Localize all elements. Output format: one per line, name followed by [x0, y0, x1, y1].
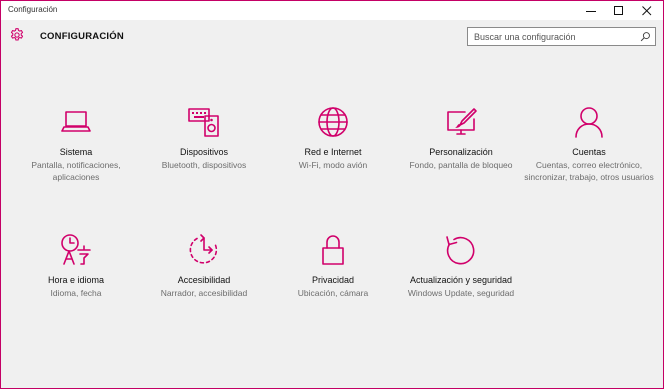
maximize-icon	[614, 5, 623, 15]
close-button[interactable]	[634, 1, 660, 20]
tile-red-internet[interactable]: Red e Internet Wi-Fi, modo avión	[268, 104, 398, 171]
gear-icon	[10, 28, 24, 41]
tile-label: Personalización	[429, 147, 493, 157]
page-title: CONFIGURACIÓN	[40, 31, 124, 42]
tile-label: Hora e idioma	[47, 275, 105, 285]
tile-privacidad[interactable]: Privacidad Ubicación, cámara	[268, 232, 398, 299]
tile-description: Cuentas, correo electrónico, sincronizar…	[524, 159, 654, 183]
devices-icon	[188, 108, 219, 137]
tile-hora-idioma[interactable]: Hora e idioma Idioma, fecha	[11, 232, 141, 299]
title-bar[interactable]: Configuración	[1, 1, 663, 20]
tile-description: Bluetooth, dispositivos	[161, 159, 247, 170]
window-title: Configuración	[8, 5, 58, 14]
tile-label: Red e Internet	[304, 147, 362, 157]
tile-description: Pantalla, notificaciones, aplicaciones	[31, 159, 121, 183]
laptop-icon	[61, 111, 91, 132]
globe-icon	[318, 107, 348, 137]
settings-window: Configuración CONFIGURACIÓN Buscar una c…	[0, 0, 664, 389]
tile-accesibilidad[interactable]: Accesibilidad Narrador, accesibilidad	[139, 232, 269, 299]
tile-description: Ubicación, cámara	[297, 287, 369, 298]
ease-of-access-icon	[189, 234, 218, 264]
minimize-button[interactable]	[578, 1, 604, 20]
tile-dispositivos[interactable]: Dispositivos Bluetooth, dispositivos	[139, 104, 269, 171]
person-icon	[575, 107, 603, 138]
minimize-icon	[586, 10, 596, 12]
tile-sistema[interactable]: Sistema Pantalla, notificaciones, aplica…	[11, 104, 141, 184]
tile-description: Narrador, accesibilidad	[160, 287, 248, 298]
update-icon	[446, 236, 475, 265]
search-input[interactable]	[468, 28, 636, 45]
search-box[interactable]	[467, 27, 656, 46]
tile-label: Privacidad	[311, 275, 355, 285]
tile-description: Fondo, pantalla de bloqueo	[409, 159, 513, 170]
search-icon[interactable]	[640, 31, 651, 42]
tile-label: Accesibilidad	[177, 275, 231, 285]
tile-description: Idioma, fecha	[50, 287, 102, 298]
maximize-button[interactable]	[606, 1, 632, 20]
tile-label: Sistema	[59, 147, 93, 157]
app-header: CONFIGURACIÓN	[1, 20, 663, 54]
tile-label: Dispositivos	[179, 147, 228, 157]
paint-monitor-icon	[447, 108, 477, 135]
lock-icon	[322, 235, 344, 265]
tile-actualizacion-seguridad[interactable]: Actualización y seguridad Windows Update…	[396, 232, 526, 299]
tile-label: Cuentas	[572, 147, 606, 157]
close-icon	[642, 5, 652, 15]
tile-description: Windows Update, seguridad	[407, 287, 515, 298]
tile-description: Wi-Fi, modo avión	[298, 159, 368, 170]
tile-cuentas[interactable]: Cuentas Cuentas, correo electrónico, sin…	[524, 104, 654, 184]
tile-personalizacion[interactable]: Personalización Fondo, pantalla de bloqu…	[396, 104, 526, 171]
tile-label: Actualización y seguridad	[409, 275, 513, 285]
time-language-icon	[61, 234, 91, 265]
